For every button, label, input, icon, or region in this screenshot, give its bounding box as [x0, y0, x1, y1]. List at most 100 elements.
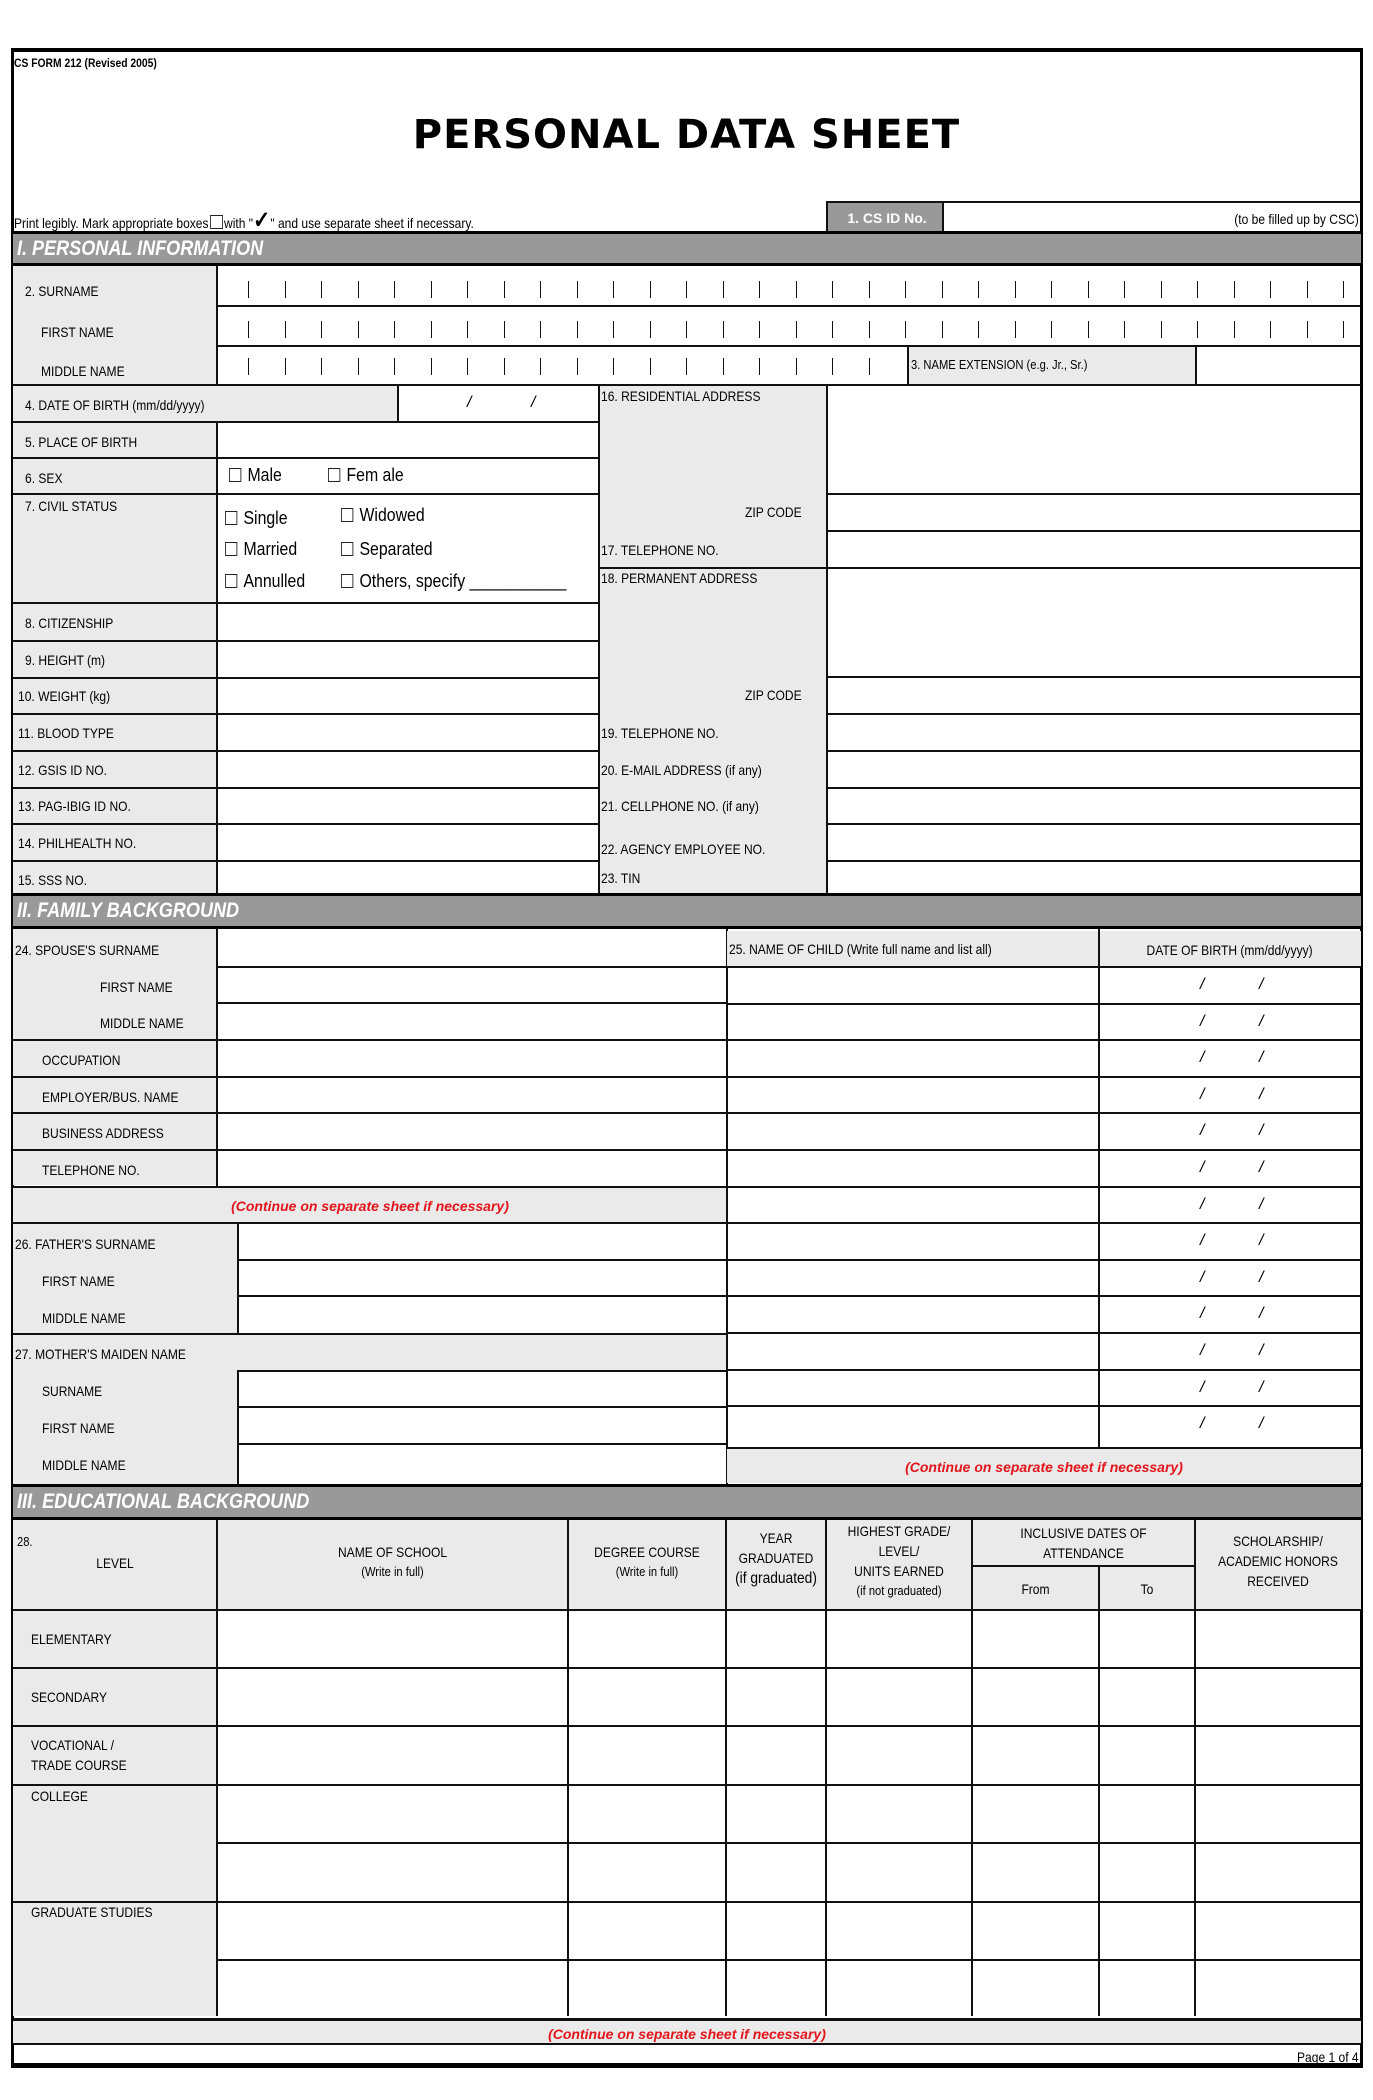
- education-highest-grade-field[interactable]: [826, 1611, 970, 1667]
- sex-option-female[interactable]: Fem ale: [328, 466, 404, 484]
- education-degree-field[interactable]: [568, 1611, 724, 1667]
- tin-field[interactable]: [826, 861, 1361, 894]
- education-to-field[interactable]: [1099, 1669, 1193, 1725]
- civil-option-annulled[interactable]: Annulled: [225, 572, 305, 590]
- checkbox-icon[interactable]: [229, 468, 242, 482]
- child-name-field[interactable]: [727, 1297, 1098, 1332]
- civil-option-single[interactable]: Single: [225, 509, 288, 527]
- checkbox-icon[interactable]: [225, 542, 238, 556]
- child-name-field[interactable]: [727, 1224, 1098, 1259]
- business-address-field[interactable]: [217, 1114, 727, 1149]
- child-name-field[interactable]: [727, 1334, 1098, 1369]
- philhealth-field[interactable]: [217, 824, 598, 860]
- education-year-graduated-field[interactable]: [726, 1727, 824, 1784]
- child-name-field[interactable]: [727, 1151, 1098, 1186]
- education-from-field[interactable]: [972, 1727, 1097, 1784]
- spouse-telephone-field[interactable]: [217, 1151, 727, 1186]
- permanent-address-field[interactable]: [826, 569, 1361, 676]
- education-highest-grade-field[interactable]: [826, 1961, 970, 2014]
- education-from-field[interactable]: [972, 1961, 1097, 2014]
- child-name-field[interactable]: [727, 1114, 1098, 1149]
- checkbox-icon[interactable]: [341, 508, 354, 522]
- child-name-field[interactable]: [727, 968, 1098, 1003]
- weight-field[interactable]: [217, 678, 598, 714]
- education-degree-field[interactable]: [568, 1961, 724, 2014]
- education-honors-field[interactable]: [1195, 1903, 1359, 1959]
- child-dob-field[interactable]: / /: [1099, 1371, 1361, 1406]
- mother-first-name-field[interactable]: [238, 1408, 727, 1443]
- education-school-field[interactable]: [217, 1669, 566, 1725]
- permanent-zip-field[interactable]: [826, 677, 1361, 713]
- email-field[interactable]: [826, 751, 1361, 787]
- education-degree-field[interactable]: [568, 1786, 724, 1842]
- education-year-graduated-field[interactable]: [726, 1786, 824, 1842]
- occupation-field[interactable]: [217, 1041, 727, 1076]
- child-dob-field[interactable]: / /: [1099, 1297, 1361, 1332]
- education-school-field[interactable]: [217, 1961, 566, 2014]
- residential-zip-field[interactable]: [826, 495, 1361, 530]
- child-dob-field[interactable]: / /: [1099, 1224, 1361, 1259]
- civil-option-others[interactable]: Others, specify ___________: [341, 572, 566, 590]
- middle-name-field[interactable]: [217, 346, 907, 385]
- child-name-field[interactable]: [727, 1188, 1098, 1223]
- height-field[interactable]: [217, 641, 598, 677]
- surname-field[interactable]: [217, 266, 1361, 306]
- education-from-field[interactable]: [972, 1786, 1097, 1842]
- education-honors-field[interactable]: [1195, 1961, 1359, 2014]
- mother-middle-name-field[interactable]: [238, 1445, 727, 1483]
- child-dob-field[interactable]: / /: [1099, 968, 1361, 1003]
- checkbox-icon[interactable]: [225, 511, 238, 525]
- child-dob-field[interactable]: / /: [1099, 1261, 1361, 1296]
- telephone-19-field[interactable]: [826, 714, 1361, 750]
- pagibig-field[interactable]: [217, 788, 598, 824]
- date-of-birth-field[interactable]: / /: [397, 386, 598, 422]
- education-degree-field[interactable]: [568, 1669, 724, 1725]
- gsis-field[interactable]: [217, 751, 598, 787]
- education-year-graduated-field[interactable]: [726, 1611, 824, 1667]
- father-surname-field[interactable]: [238, 1224, 727, 1259]
- education-from-field[interactable]: [972, 1611, 1097, 1667]
- education-school-field[interactable]: [217, 1786, 566, 1842]
- father-middle-name-field[interactable]: [238, 1297, 727, 1332]
- employer-field[interactable]: [217, 1078, 727, 1113]
- blood-type-field[interactable]: [217, 714, 598, 750]
- education-honors-field[interactable]: [1195, 1727, 1359, 1784]
- education-degree-field[interactable]: [568, 1903, 724, 1959]
- education-school-field[interactable]: [217, 1727, 566, 1784]
- checkbox-icon[interactable]: [341, 574, 354, 588]
- education-highest-grade-field[interactable]: [826, 1727, 970, 1784]
- education-school-field[interactable]: [217, 1611, 566, 1667]
- residential-address-field[interactable]: [826, 386, 1361, 493]
- sss-field[interactable]: [217, 861, 598, 894]
- education-highest-grade-field[interactable]: [826, 1844, 970, 1901]
- education-honors-field[interactable]: [1195, 1669, 1359, 1725]
- child-name-field[interactable]: [727, 1371, 1098, 1406]
- education-degree-field[interactable]: [568, 1844, 724, 1901]
- checkbox-icon[interactable]: [328, 468, 341, 482]
- father-first-name-field[interactable]: [238, 1261, 727, 1296]
- education-year-graduated-field[interactable]: [726, 1669, 824, 1725]
- child-dob-field[interactable]: / /: [1099, 1114, 1361, 1149]
- child-name-field[interactable]: [727, 1041, 1098, 1076]
- child-dob-field[interactable]: / /: [1099, 1041, 1361, 1076]
- civil-option-separated[interactable]: Separated: [341, 540, 433, 558]
- education-to-field[interactable]: [1099, 1786, 1193, 1842]
- education-to-field[interactable]: [1099, 1611, 1193, 1667]
- child-name-field[interactable]: [727, 1078, 1098, 1113]
- sex-option-male[interactable]: Male: [229, 466, 282, 484]
- child-dob-field[interactable]: / /: [1099, 1407, 1361, 1442]
- checkbox-icon[interactable]: [225, 574, 238, 588]
- civil-option-married[interactable]: Married: [225, 540, 297, 558]
- child-dob-field[interactable]: / /: [1099, 1151, 1361, 1186]
- education-to-field[interactable]: [1099, 1961, 1193, 2014]
- education-highest-grade-field[interactable]: [826, 1669, 970, 1725]
- child-dob-field[interactable]: / /: [1099, 1005, 1361, 1040]
- citizenship-field[interactable]: [217, 604, 598, 640]
- agency-employee-field[interactable]: [826, 824, 1361, 860]
- child-dob-field[interactable]: / /: [1099, 1188, 1361, 1223]
- education-school-field[interactable]: [217, 1844, 566, 1901]
- cs-id-field[interactable]: (to be filled up by CSC): [944, 201, 1361, 231]
- spouse-surname-field[interactable]: [217, 931, 727, 966]
- education-highest-grade-field[interactable]: [826, 1786, 970, 1842]
- child-name-field[interactable]: [727, 1005, 1098, 1040]
